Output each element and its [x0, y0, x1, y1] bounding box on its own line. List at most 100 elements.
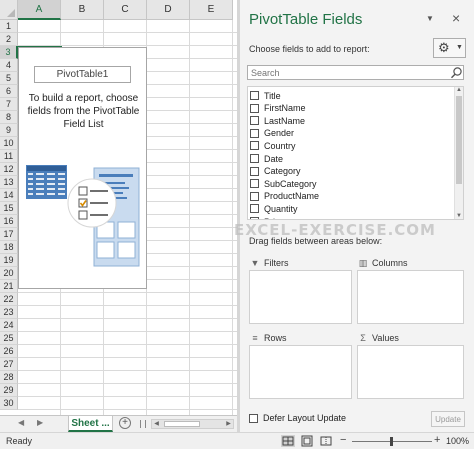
filters-drop-area[interactable]	[249, 270, 352, 324]
column-header-d[interactable]: D	[147, 0, 190, 20]
filters-area-header: ▼ Filters	[249, 256, 289, 270]
row-header-22[interactable]: 22	[0, 293, 18, 306]
pivot-table-name: PivotTable1	[34, 66, 131, 83]
field-checkbox[interactable]	[250, 91, 259, 100]
defer-layout-update-checkbox[interactable]: Defer Layout Update	[249, 413, 346, 423]
row-header-2[interactable]: 2	[0, 33, 18, 46]
row-header-7[interactable]: 7	[0, 98, 18, 111]
update-button[interactable]: Update	[431, 411, 465, 427]
field-item-country[interactable]: Country	[250, 139, 296, 152]
field-item-title[interactable]: Title	[250, 89, 281, 102]
field-checkbox[interactable]	[250, 166, 259, 176]
normal-view-icon[interactable]	[281, 435, 295, 447]
row-header-10[interactable]: 10	[0, 137, 18, 150]
field-checkbox[interactable]	[250, 128, 259, 138]
field-item-gender[interactable]: Gender	[250, 127, 294, 140]
row-header-23[interactable]: 23	[0, 306, 18, 319]
values-drop-area[interactable]	[357, 345, 464, 399]
row-header-25[interactable]: 25	[0, 332, 18, 345]
columns-drop-area[interactable]	[357, 270, 464, 324]
field-label: FirstName	[264, 103, 306, 114]
row-header-19[interactable]: 19	[0, 254, 18, 267]
row-header-27[interactable]: 27	[0, 358, 18, 371]
field-search-input[interactable]	[247, 65, 464, 80]
page-layout-view-icon[interactable]	[300, 435, 314, 447]
field-checkbox[interactable]	[250, 103, 259, 113]
tab-scroll-right-icon[interactable]: ▶	[37, 418, 43, 427]
row-header-18[interactable]: 18	[0, 241, 18, 254]
field-item-quantity[interactable]: Quantity	[250, 202, 298, 215]
field-checkbox[interactable]	[250, 217, 259, 219]
field-item-productname[interactable]: ProductName	[250, 190, 319, 203]
row-header-9[interactable]: 9	[0, 124, 18, 137]
field-checkbox[interactable]	[250, 141, 259, 151]
search-icon[interactable]	[450, 66, 463, 79]
field-item-lastname[interactable]: LastName	[250, 114, 305, 127]
row-header-11[interactable]: 11	[0, 150, 18, 163]
column-header-a[interactable]: A	[18, 0, 61, 20]
row-header-13[interactable]: 13	[0, 176, 18, 189]
status-ready: Ready	[6, 436, 33, 446]
field-item-date[interactable]: Date	[250, 152, 283, 165]
column-header-e[interactable]: E	[190, 0, 233, 20]
field-checkbox[interactable]	[250, 191, 259, 201]
select-all-corner[interactable]	[0, 0, 18, 20]
row-header-24[interactable]: 24	[0, 319, 18, 332]
chevron-down-icon: ▼	[456, 44, 463, 51]
values-label: Values	[372, 333, 399, 343]
row-header-8[interactable]: 8	[0, 111, 18, 124]
field-checkbox[interactable]	[250, 154, 259, 163]
zoom-slider-thumb[interactable]	[390, 437, 393, 446]
horizontal-scrollbar[interactable]: ◀ ▶	[151, 419, 234, 429]
row-header-17[interactable]: 17	[0, 228, 18, 241]
close-icon[interactable]: ×	[452, 11, 460, 25]
tab-scroll-left-icon[interactable]: ◀	[18, 418, 24, 427]
row-header-12[interactable]: 12	[0, 163, 18, 176]
row-header-20[interactable]: 20	[0, 267, 18, 280]
scroll-up-icon[interactable]: ▲	[455, 87, 463, 93]
add-sheet-icon[interactable]: +	[119, 417, 131, 429]
scroll-down-icon[interactable]: ▼	[455, 213, 463, 219]
worksheet-grid[interactable]: ABCDE 1 2 3 4 5 6 7 8 9 10 11 12 13 14 15 16 17 18 19 20 21 2…	[0, 0, 237, 415]
row-header-3[interactable]: 3	[0, 46, 18, 59]
zoom-out-button[interactable]: −	[340, 434, 346, 446]
row-header-1[interactable]: 1	[0, 20, 18, 33]
field-item-firstname[interactable]: FirstName	[250, 102, 306, 115]
row-header-29[interactable]: 29	[0, 384, 18, 397]
field-layout-settings-button[interactable]: ⚙ ▼	[433, 38, 466, 58]
row-header-5[interactable]: 5	[0, 72, 18, 85]
horizontal-scroll-thumb[interactable]	[164, 421, 200, 427]
pane-options-dropdown-icon[interactable]: ▼	[426, 14, 434, 23]
field-checkbox[interactable]	[250, 204, 259, 214]
defer-checkbox-box[interactable]	[249, 413, 258, 423]
row-header-21[interactable]: 21	[0, 280, 18, 293]
sheet-tab-active[interactable]: Sheet ...	[68, 416, 113, 432]
column-header-c[interactable]: C	[104, 0, 147, 20]
field-list-scrollbar[interactable]: ▲ ▼	[454, 87, 463, 219]
row-header-14[interactable]: 14	[0, 189, 18, 202]
field-list-scroll-thumb[interactable]	[456, 96, 462, 184]
field-item-category[interactable]: Category	[250, 165, 301, 178]
page-break-preview-icon[interactable]	[319, 435, 333, 447]
column-header-b[interactable]: B	[61, 0, 104, 20]
row-header-26[interactable]: 26	[0, 345, 18, 358]
scroll-right-icon[interactable]: ▶	[224, 420, 233, 428]
pane-title: PivotTable Fields	[249, 11, 363, 28]
field-item-subcategory[interactable]: SubCategory	[250, 177, 317, 190]
row-header-6[interactable]: 6	[0, 85, 18, 98]
pivot-table-placeholder[interactable]: PivotTable1 To build a report, choose fi…	[18, 47, 147, 289]
zoom-in-button[interactable]: +	[434, 434, 440, 446]
field-label: Gender	[264, 128, 295, 139]
row-header-15[interactable]: 15	[0, 202, 18, 215]
tab-split-handle[interactable]	[140, 420, 146, 428]
row-header-4[interactable]: 4	[0, 59, 18, 72]
field-checkbox[interactable]	[250, 179, 259, 189]
zoom-level[interactable]: 100%	[446, 436, 469, 446]
field-checkbox[interactable]	[250, 116, 259, 126]
row-header-16[interactable]: 16	[0, 215, 18, 228]
scroll-left-icon[interactable]: ◀	[152, 420, 161, 428]
field-item-price[interactable]: Price	[250, 215, 285, 219]
row-header-30[interactable]: 30	[0, 397, 18, 410]
rows-drop-area[interactable]	[249, 345, 352, 399]
row-header-28[interactable]: 28	[0, 371, 18, 384]
